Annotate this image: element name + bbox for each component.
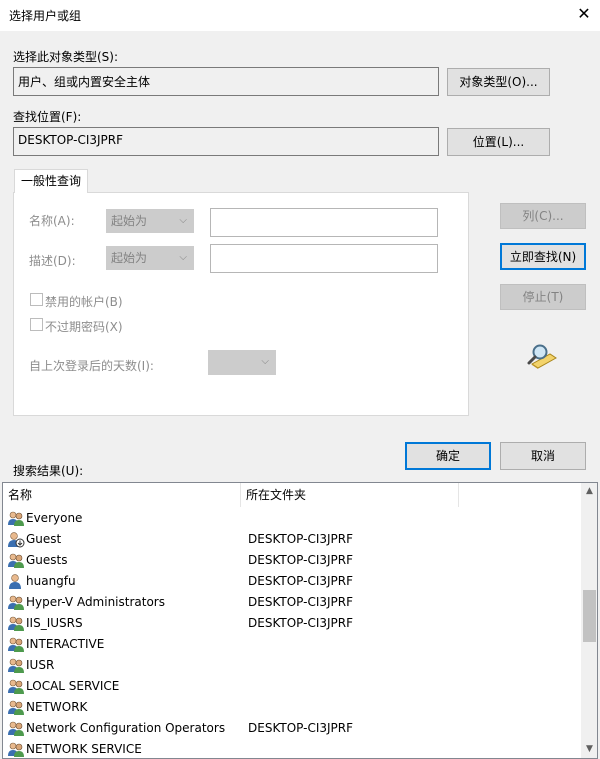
disabled-accounts-label: 禁用的帐户(B) <box>45 295 123 309</box>
description-label: 描述(D): <box>29 254 76 268</box>
group-icon <box>7 678 25 695</box>
chevron-down-icon: ⌵ <box>179 252 187 263</box>
group-icon <box>7 699 25 716</box>
results-scrollbar[interactable]: ▲ ▼ <box>581 483 597 758</box>
search-results-list[interactable]: 名称 所在文件夹 Everyone Guest DESKTOP-CI3JPRF Gue… <box>2 482 598 759</box>
disabled-user-icon <box>7 531 25 548</box>
result-folder: DESKTOP-CI3JPRF <box>248 532 354 546</box>
group-icon <box>7 741 25 758</box>
group-icon <box>7 552 25 569</box>
group-icon <box>7 720 25 737</box>
scrollbar-thumb[interactable] <box>583 590 596 642</box>
find-now-button[interactable]: 立即查找(N) <box>500 243 586 270</box>
list-item[interactable]: Guest DESKTOP-CI3JPRF <box>3 529 581 550</box>
cancel-button[interactable]: 取消 <box>500 442 586 470</box>
result-name: Hyper-V Administrators <box>26 595 165 609</box>
list-item[interactable]: Network Configuration Operators DESKTOP-C… <box>3 718 581 739</box>
non-expiring-password-label: 不过期密码(X) <box>45 320 123 334</box>
column-header-folder[interactable]: 所在文件夹 <box>241 483 459 507</box>
description-match-combo[interactable]: 起始为 ⌵ <box>106 246 194 270</box>
column-header-name[interactable]: 名称 <box>3 483 241 507</box>
list-item[interactable]: Everyone <box>3 508 581 529</box>
group-icon <box>7 657 25 674</box>
list-item[interactable]: IUSR <box>3 655 581 676</box>
list-item[interactable]: INTERACTIVE <box>3 634 581 655</box>
group-icon <box>7 615 25 632</box>
result-folder: DESKTOP-CI3JPRF <box>248 553 354 567</box>
result-name: Everyone <box>26 511 83 525</box>
result-name: INTERACTIVE <box>26 637 105 651</box>
group-icon <box>7 636 25 653</box>
list-item[interactable]: Guests DESKTOP-CI3JPRF <box>3 550 581 571</box>
search-results-label: 搜索结果(U): <box>13 464 84 478</box>
result-name: IIS_IUSRS <box>26 616 83 630</box>
description-match-value: 起始为 <box>111 251 148 265</box>
list-item[interactable]: NETWORK SERVICE <box>3 739 581 758</box>
result-folder: DESKTOP-CI3JPRF <box>248 721 354 735</box>
description-input[interactable] <box>210 244 438 273</box>
list-item[interactable]: LOCAL SERVICE <box>3 676 581 697</box>
result-name: IUSR <box>26 658 55 672</box>
result-name: Guests <box>26 553 68 567</box>
title-bar <box>0 0 600 31</box>
chevron-down-icon: ⌵ <box>261 356 269 367</box>
non-expiring-password-checkbox[interactable] <box>30 318 43 331</box>
result-folder: DESKTOP-CI3JPRF <box>248 616 354 630</box>
result-folder: DESKTOP-CI3JPRF <box>248 595 354 609</box>
result-name: Network Configuration Operators <box>26 721 226 735</box>
location-field: DESKTOP-CI3JPRF <box>13 127 439 156</box>
search-magnifier-icon <box>526 342 558 370</box>
days-since-login-label: 自上次登录后的天数(I): <box>29 359 154 373</box>
object-type-field: 用户、组或内置安全主体 <box>13 67 439 96</box>
location-label: 查找位置(F): <box>13 110 82 124</box>
ok-button[interactable]: 确定 <box>405 442 491 470</box>
group-icon <box>7 594 25 611</box>
list-item[interactable]: IIS_IUSRS DESKTOP-CI3JPRF <box>3 613 581 634</box>
name-input[interactable] <box>210 208 438 237</box>
name-match-combo[interactable]: 起始为 ⌵ <box>106 209 194 233</box>
columns-button[interactable]: 列(C)... <box>500 203 586 229</box>
window-title: 选择用户或组 <box>9 9 82 23</box>
result-name: huangfu <box>26 574 76 588</box>
chevron-down-icon: ⌵ <box>179 215 187 226</box>
name-match-value: 起始为 <box>111 214 148 228</box>
result-name: NETWORK <box>26 700 88 714</box>
days-since-login-combo[interactable]: ⌵ <box>208 350 276 375</box>
object-type-label: 选择此对象类型(S): <box>13 50 119 64</box>
list-item[interactable]: NETWORK <box>3 697 581 718</box>
scroll-up-icon[interactable]: ▲ <box>581 483 597 500</box>
object-types-button[interactable]: 对象类型(O)... <box>447 68 550 96</box>
user-icon <box>7 573 25 590</box>
result-folder: DESKTOP-CI3JPRF <box>248 574 354 588</box>
locations-button[interactable]: 位置(L)... <box>447 128 550 156</box>
list-item[interactable]: huangfu DESKTOP-CI3JPRF <box>3 571 581 592</box>
close-icon[interactable]: ✕ <box>574 3 594 25</box>
result-name: NETWORK SERVICE <box>26 742 142 756</box>
scroll-down-icon[interactable]: ▼ <box>581 741 597 758</box>
result-name: LOCAL SERVICE <box>26 679 120 693</box>
result-name: Guest <box>26 532 62 546</box>
group-icon <box>7 510 25 527</box>
stop-button[interactable]: 停止(T) <box>500 284 586 310</box>
disabled-accounts-checkbox[interactable] <box>30 293 43 306</box>
list-item[interactable]: Hyper-V Administrators DESKTOP-CI3JPRF <box>3 592 581 613</box>
tab-general-query[interactable]: 一般性查询 <box>14 169 89 193</box>
name-label: 名称(A): <box>29 214 75 228</box>
